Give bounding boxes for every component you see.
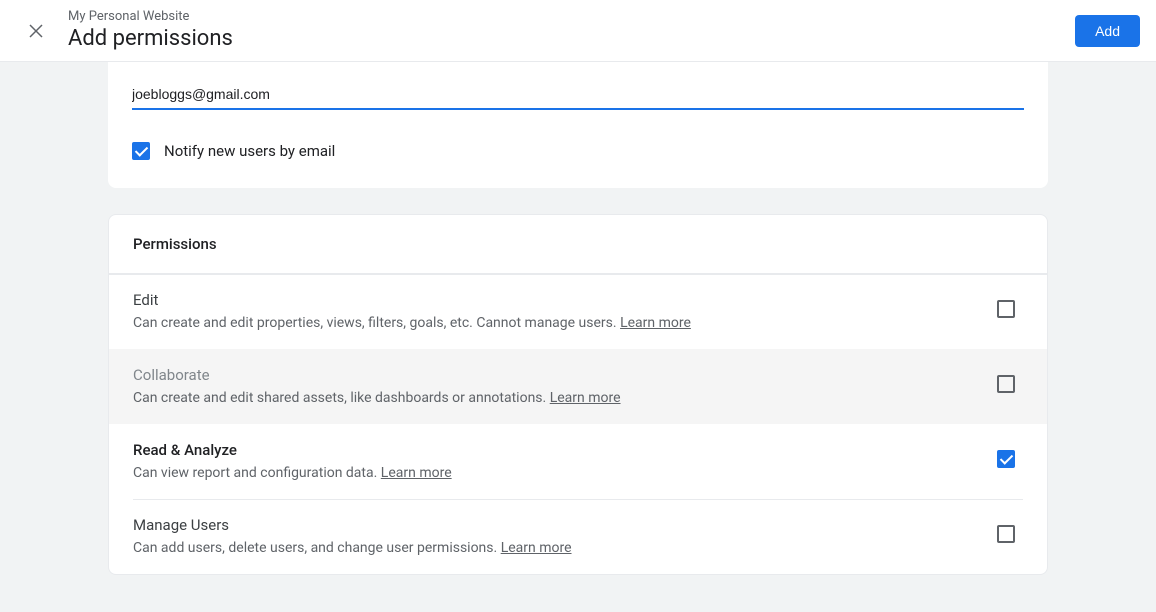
permission-text: Manage Users Can add users, delete users… [133,516,981,556]
email-input[interactable] [132,82,1024,110]
permission-checkbox-manage-users[interactable] [997,525,1015,543]
permissions-section-title: Permissions [109,215,1047,274]
header-subtitle: My Personal Website [68,9,1075,26]
permission-text: Edit Can create and edit properties, vie… [133,291,981,331]
notify-row: Notify new users by email [132,142,1024,160]
close-icon [27,22,45,40]
header-bar: My Personal Website Add permissions Add [0,0,1156,62]
permissions-list: Edit Can create and edit properties, vie… [109,274,1047,574]
notify-checkbox[interactable] [132,142,150,160]
permission-checkbox-wrap [997,300,1023,322]
learn-more-link[interactable]: Learn more [501,540,572,556]
permission-title: Edit [133,291,981,309]
notify-label: Notify new users by email [164,142,335,160]
permission-checkbox-collaborate[interactable] [997,375,1015,393]
permission-desc-text: Can add users, delete users, and change … [133,540,501,556]
permission-desc-text: Can create and edit shared assets, like … [133,390,550,406]
permission-desc: Can add users, delete users, and change … [133,540,981,556]
permission-checkbox-read-analyze[interactable] [997,450,1015,468]
close-button[interactable] [16,11,56,51]
page-title: Add permissions [68,26,1075,52]
permission-desc-text: Can create and edit properties, views, f… [133,315,620,331]
permission-row-collaborate[interactable]: Collaborate Can create and edit shared a… [109,349,1047,424]
permission-desc: Can create and edit properties, views, f… [133,315,981,331]
permission-title: Read & Analyze [133,441,981,459]
learn-more-link[interactable]: Learn more [381,465,452,481]
permissions-card: Permissions Edit Can create and edit pro… [108,214,1048,575]
permission-text: Read & Analyze Can view report and confi… [133,441,981,481]
permission-checkbox-wrap [997,525,1023,547]
permission-checkbox-edit[interactable] [997,300,1015,318]
permission-title: Collaborate [133,366,981,384]
add-button[interactable]: Add [1075,15,1140,47]
permission-text: Collaborate Can create and edit shared a… [133,366,981,406]
email-card: Notify new users by email [108,62,1048,188]
permission-checkbox-wrap [997,450,1023,472]
permission-title: Manage Users [133,516,981,534]
learn-more-link[interactable]: Learn more [620,315,691,331]
learn-more-link[interactable]: Learn more [550,390,621,406]
header-titles: My Personal Website Add permissions [68,9,1075,52]
permission-row-edit[interactable]: Edit Can create and edit properties, vie… [109,275,1047,349]
permission-desc-text: Can view report and configuration data. [133,465,381,481]
permission-desc: Can create and edit shared assets, like … [133,390,981,406]
permission-desc: Can view report and configuration data. … [133,465,981,481]
permission-row-manage-users[interactable]: Manage Users Can add users, delete users… [109,500,1047,574]
content-area: Notify new users by email Permissions Ed… [108,62,1048,575]
permission-row-read-analyze[interactable]: Read & Analyze Can view report and confi… [109,424,1047,499]
permission-checkbox-wrap [997,375,1023,397]
